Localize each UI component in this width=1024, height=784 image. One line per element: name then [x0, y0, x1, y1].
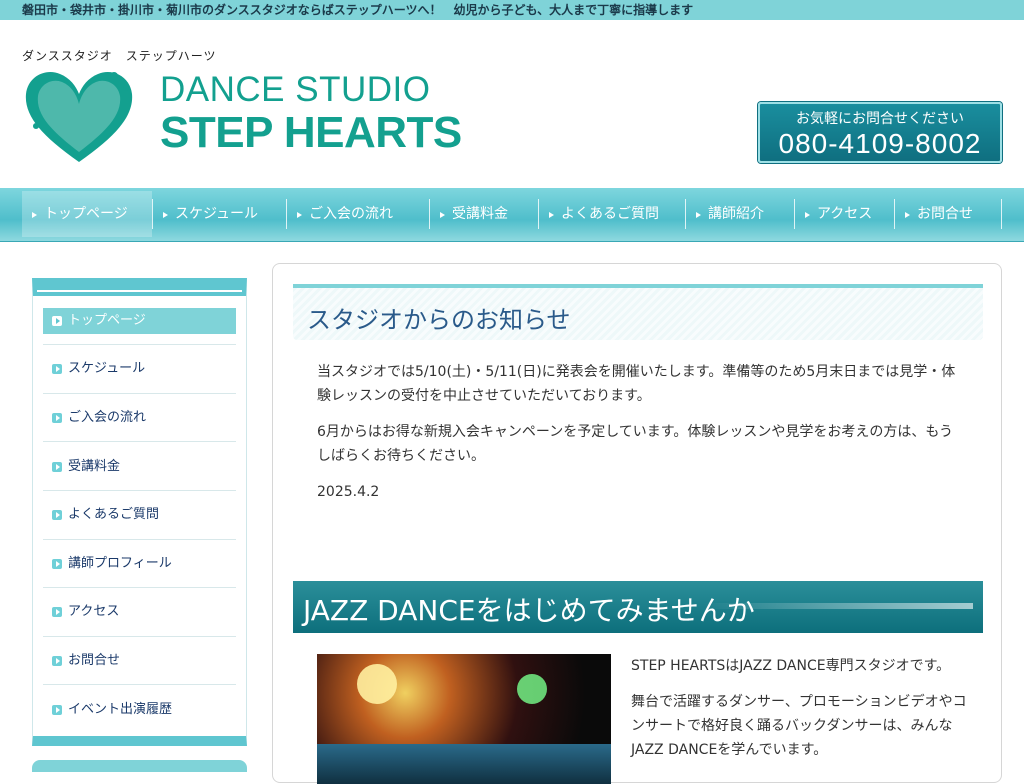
notice-paragraph-2: 6月からはお得な新規入会キャンペーンを予定しています。体験レッスンや見学をお考え…	[317, 424, 953, 464]
sidebar-arrow-icon	[52, 607, 62, 617]
nav-item-top[interactable]: トップページ	[22, 191, 152, 237]
sidebar-item-instructor-profile[interactable]: 講師プロフィール	[43, 551, 236, 577]
sidebar-divider	[43, 393, 236, 394]
site-header: ダンススタジオ ステップハーツ DANCE STUDIO STEP HEARTS…	[0, 20, 1024, 188]
sidebar-item-join-flow[interactable]: ご入会の流れ	[43, 405, 236, 431]
sidebar-divider	[43, 441, 236, 442]
sidebar-divider	[43, 684, 236, 685]
sidebar-item-label: よくあるご質問	[68, 507, 160, 522]
sidebar-arrow-icon	[52, 413, 62, 423]
sidebar-item-label: スケジュール	[68, 361, 146, 376]
nav-item-instructors[interactable]: 講師紹介	[686, 191, 794, 237]
sidebar-item-label: アクセス	[68, 604, 120, 619]
sidebar-item-access[interactable]: アクセス	[43, 599, 236, 625]
sidebar-next-block	[32, 760, 247, 772]
nav-arrow-icon	[163, 212, 168, 218]
nav-arrow-icon	[549, 212, 554, 218]
intro-paragraph-2: 舞台で活躍するダンサー、プロモーションビデオやコンサートで格好良く踊るバックダン…	[631, 694, 967, 758]
notice-date: 2025.4.2	[317, 484, 380, 500]
nav-arrow-icon	[905, 212, 910, 218]
sidebar-arrow-icon	[52, 364, 62, 374]
phone-number[interactable]: 080-4109-8002	[760, 128, 1000, 160]
nav-item-schedule[interactable]: スケジュール	[153, 191, 286, 237]
sidebar-divider	[43, 539, 236, 540]
nav-divider	[1001, 199, 1002, 229]
sidebar-divider	[43, 587, 236, 588]
nav-item-label: ご入会の流れ	[309, 206, 393, 222]
notice-title: スタジオからのお知らせ	[307, 306, 571, 334]
sidebar-item-label: イベント出演履歴	[68, 702, 173, 717]
intro-paragraph-1: STEP HEARTSはJAZZ DANCE専門スタジオです。	[631, 658, 951, 674]
sidebar-item-top[interactable]: トップページ	[43, 308, 236, 334]
sidebar-item-label: ご入会の流れ	[68, 410, 147, 425]
nav-item-join-flow[interactable]: ご入会の流れ	[287, 191, 429, 237]
logo-kana-text: ダンススタジオ ステップハーツ	[22, 49, 217, 63]
notice-paragraph-1: 当スタジオでは5/10(土)・5/11(日)に発表会を開催いたします。準備等のた…	[317, 364, 956, 404]
stage-light	[517, 674, 547, 704]
stage-performance-photo	[317, 654, 611, 784]
nav-arrow-icon	[440, 212, 445, 218]
top-tagline: 磐田市・袋井市・掛川市・菊川市のダンススタジオならばステップハーツへ！ 幼児から…	[22, 3, 694, 17]
sidebar-arrow-icon	[52, 316, 62, 326]
notice-heading-box: スタジオからのお知らせ	[293, 284, 983, 340]
sidebar-item-faq[interactable]: よくあるご質問	[43, 502, 236, 528]
logo-title-line2: STEP HEARTS	[160, 108, 462, 157]
sidebar-arrow-icon	[52, 705, 62, 715]
nav-item-contact[interactable]: お問合せ	[895, 191, 1001, 237]
dancers-silhouette	[317, 744, 611, 784]
sidebar-item-label: トップページ	[68, 313, 146, 328]
global-nav: トップページ スケジュール ご入会の流れ 受講料金 よくあるご質問 講師紹介 ア…	[0, 188, 1024, 242]
nav-item-label: 講師紹介	[708, 206, 764, 222]
sidebar-item-contact[interactable]: お問合せ	[43, 648, 236, 674]
nav-arrow-icon	[805, 212, 810, 218]
sidebar-item-label: 講師プロフィール	[68, 556, 172, 571]
sidebar-divider	[43, 636, 236, 637]
sidebar-arrow-icon	[52, 559, 62, 569]
sidebar-menu: トップページ スケジュール ご入会の流れ 受講料金 よくあるご質問 講師プロフィ…	[32, 278, 247, 746]
nav-item-label: トップページ	[44, 206, 128, 222]
main-content: スタジオからのお知らせ 当スタジオでは5/10(土)・5/11(日)に発表会を開…	[272, 263, 1002, 784]
sidebar-divider	[43, 344, 236, 345]
jazz-title: JAZZ DANCEをはじめてみませんか	[303, 594, 755, 627]
sidebar-item-event-history[interactable]: イベント出演履歴	[43, 697, 236, 723]
sidebar-arrow-icon	[52, 656, 62, 666]
nav-item-label: アクセス	[817, 206, 873, 222]
nav-arrow-icon	[32, 212, 37, 218]
sidebar-divider	[43, 490, 236, 491]
nav-item-label: スケジュール	[175, 206, 259, 222]
logo-title-line1: DANCE STUDIO	[160, 70, 431, 109]
nav-item-label: よくあるご質問	[561, 206, 659, 222]
sidebar-item-fees[interactable]: 受講料金	[43, 454, 236, 480]
phone-caption: お気軽にお問合せください	[796, 111, 964, 127]
phone-contact-box[interactable]: お気軽にお問合せください 080-4109-8002	[758, 102, 1002, 163]
nav-arrow-icon	[696, 212, 701, 218]
logo-heart-icon[interactable]	[22, 66, 136, 166]
top-tagline-bar: 磐田市・袋井市・掛川市・菊川市のダンススタジオならばステップハーツへ！ 幼児から…	[0, 0, 1024, 20]
sidebar-item-schedule[interactable]: スケジュール	[43, 356, 236, 382]
jazz-heading-box: JAZZ DANCEをはじめてみませんか	[293, 581, 983, 633]
nav-item-fees[interactable]: 受講料金	[430, 191, 538, 237]
nav-item-access[interactable]: アクセス	[795, 191, 894, 237]
sidebar-item-label: お問合せ	[68, 653, 121, 668]
sidebar-item-label: 受講料金	[68, 459, 121, 474]
sidebar-arrow-icon	[52, 510, 62, 520]
stage-light	[357, 664, 397, 704]
nav-item-label: 受講料金	[452, 206, 508, 222]
nav-item-label: お問合せ	[917, 206, 973, 222]
nav-arrow-icon	[297, 212, 302, 218]
sidebar-arrow-icon	[52, 462, 62, 472]
nav-item-faq[interactable]: よくあるご質問	[539, 191, 685, 237]
